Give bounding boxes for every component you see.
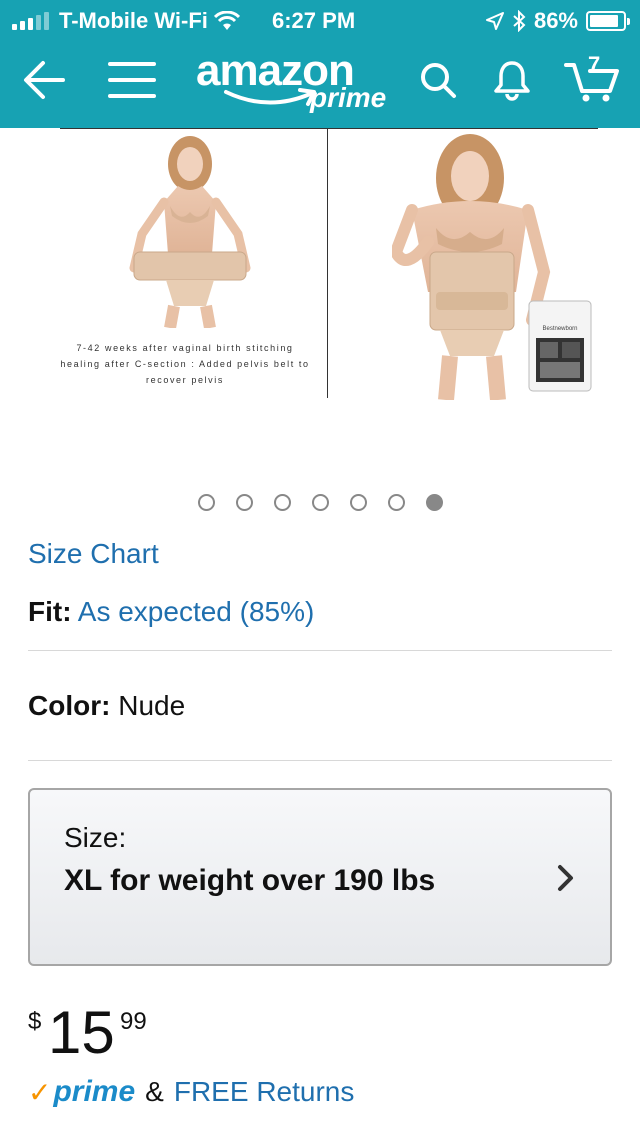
smile-arrow-icon [224,88,316,106]
pager-dot[interactable] [197,494,215,511]
wifi-icon [213,11,240,30]
signal-icon [12,12,49,30]
image-caption: 7-42 weeks after vaginal birth stitching… [60,343,310,385]
returns-amp: & [145,1076,164,1107]
product-image-gallery[interactable]: 7-42 weeks after vaginal birth stitching… [0,128,640,428]
status-bar: T-Mobile Wi-Fi 6:27 PM 86% [0,0,640,40]
color-label: Color: [28,690,111,721]
package-photo: Bestnewborn [528,300,592,392]
prime-badge: prime [53,1075,136,1108]
fit-row: Fit: As expected (85%) [28,596,314,628]
price-fraction: 99 [120,1008,147,1035]
amazon-prime-logo[interactable]: amazon prime [196,46,406,116]
battery-percent: 86% [533,8,578,33]
bluetooth-icon [513,10,526,32]
back-arrow-icon [24,61,65,99]
package-label: Bestnewborn [542,326,577,332]
location-icon [485,12,504,30]
price-whole: 15 [48,999,115,1066]
prime-returns-row: ✓ prime & FREE Returns [28,1072,354,1112]
prime-check-icon: ✓ [28,1076,52,1108]
image-pager[interactable] [0,494,640,511]
status-right: 86% [485,8,630,34]
product-photo-front [129,136,251,328]
pager-dot[interactable] [235,494,253,511]
notifications-button[interactable] [484,52,540,108]
back-button[interactable] [16,52,72,108]
divider [28,650,612,651]
search-button[interactable] [410,52,466,108]
status-time: 6:27 PM [272,8,356,33]
size-value: XL for weight over 190 lbs [64,864,436,897]
menu-icon [108,62,156,98]
logo-prime: prime [310,82,387,113]
bell-icon [494,61,530,101]
menu-button[interactable] [104,52,160,108]
size-chart-link[interactable]: Size Chart [28,538,159,570]
search-icon [421,63,456,98]
cart-count: 7 [588,52,601,77]
pager-dot[interactable] [311,494,329,511]
nav-bar: amazon prime 7 [0,44,640,120]
pager-dot-active[interactable] [425,494,443,511]
cart-button[interactable]: 7 [562,52,622,108]
fit-label: Fit: [28,596,72,627]
app-header: T-Mobile Wi-Fi 6:27 PM 86% amazon prime … [0,0,640,128]
pager-dot[interactable] [349,494,367,511]
free-returns-link[interactable]: FREE Returns [174,1076,355,1108]
pager-dot[interactable] [387,494,405,511]
carrier-label: T-Mobile Wi-Fi [59,8,208,33]
status-left: T-Mobile Wi-Fi [12,8,240,34]
chevron-right-icon [558,865,573,891]
pager-dot[interactable] [273,494,291,511]
price-currency: $ [28,1008,42,1035]
size-label: Size: [64,822,127,853]
fit-value-link[interactable]: As expected (85%) [78,596,315,627]
size-selector[interactable]: Size: XL for weight over 190 lbs [28,788,612,966]
color-row: Color: Nude [28,690,185,722]
divider [28,760,612,761]
color-value: Nude [118,690,186,721]
battery-icon [586,11,630,31]
